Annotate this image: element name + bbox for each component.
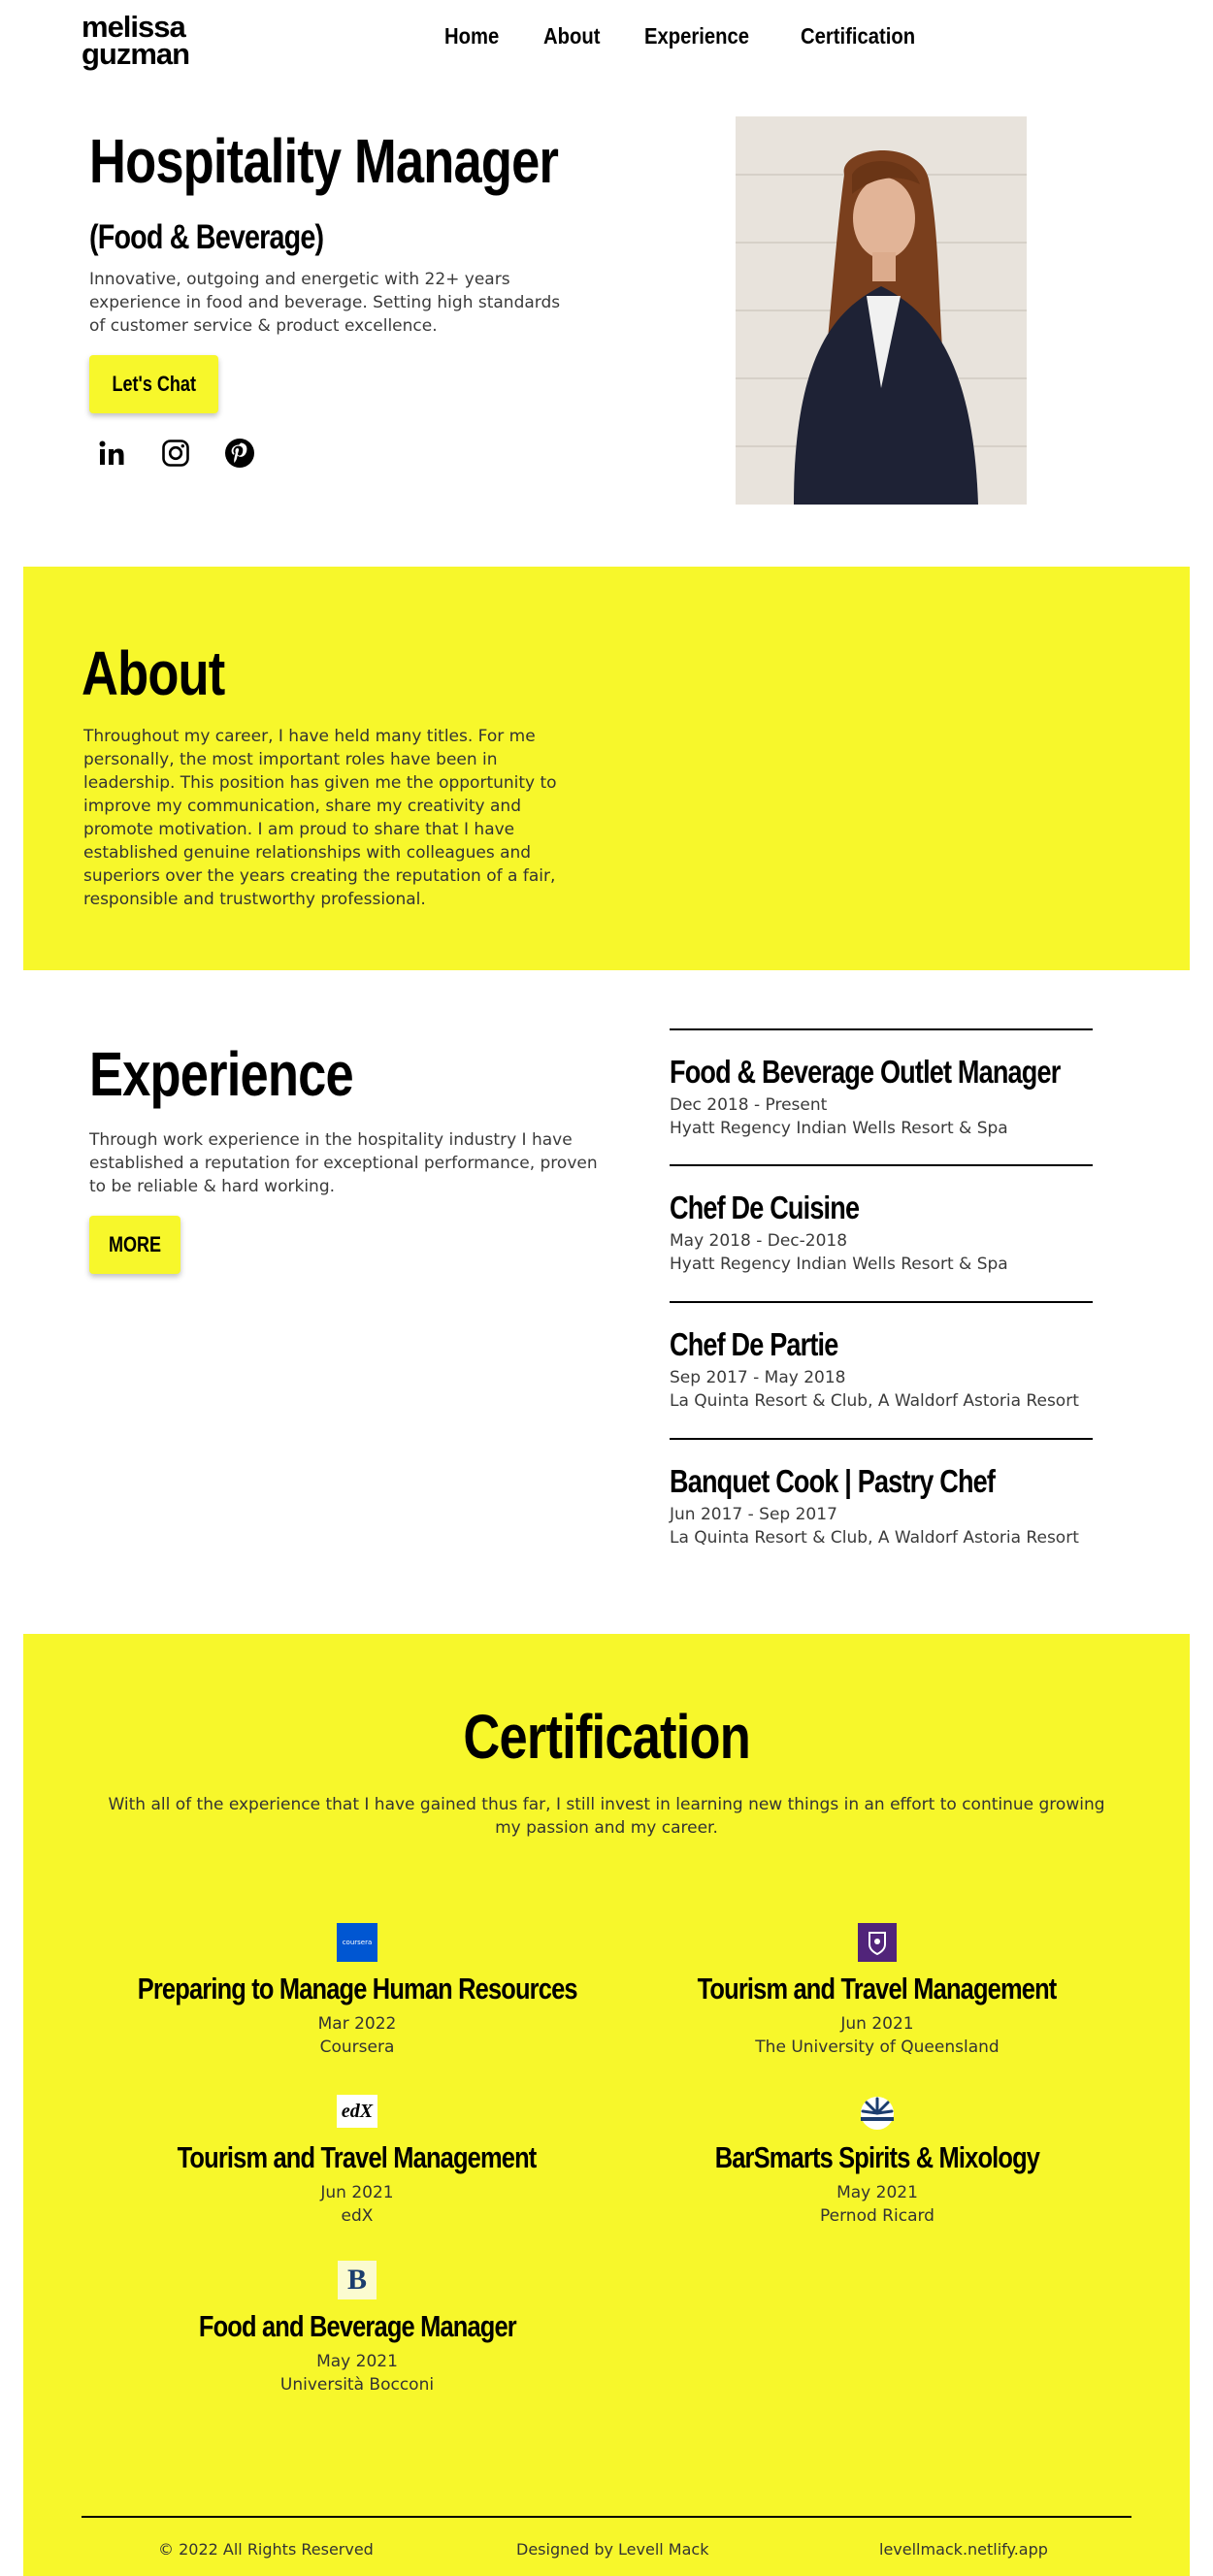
experience-title-text: Experience bbox=[89, 1039, 354, 1109]
job-title-text: Food & Beverage Outlet Manager bbox=[670, 1054, 1061, 1090]
nav-about-link[interactable]: About bbox=[543, 23, 600, 49]
certification-item: coursera Preparing to Manage Human Resou… bbox=[85, 1923, 629, 2059]
nav-home-link[interactable]: Home bbox=[444, 23, 499, 49]
job-title: Banquet Cook | Pastry Chef bbox=[670, 1462, 1093, 1501]
job-title: Chef De Cuisine bbox=[670, 1189, 1093, 1227]
certification-date: May 2021 bbox=[316, 2352, 398, 2371]
edx-logo-text: edX bbox=[337, 2095, 377, 2128]
bocconi-logo-text: B bbox=[338, 2261, 377, 2299]
certification-date: Mar 2022 bbox=[317, 2014, 397, 2034]
job-place: La Quinta Resort & Club, A Waldorf Astor… bbox=[670, 1528, 1079, 1548]
certification-name: Tourism and Travel Management bbox=[606, 1970, 1149, 2008]
certification-name-text: Preparing to Manage Human Resources bbox=[137, 1972, 578, 2005]
job-item: Food & Beverage Outlet Manager Dec 2018 … bbox=[670, 1028, 1093, 1140]
job-dates: Jun 2017 - Sep 2017 bbox=[670, 1505, 837, 1524]
coursera-logo-icon: coursera bbox=[337, 1923, 377, 1962]
certification-issuer: Coursera bbox=[319, 2038, 395, 2057]
certification-name-text: Food and Beverage Manager bbox=[198, 2309, 516, 2343]
edx-logo-icon: edX bbox=[337, 2092, 377, 2131]
portrait-photo bbox=[736, 116, 1027, 505]
hero-subtitle: (Food & Beverage) bbox=[89, 213, 375, 262]
job-dates: May 2018 - Dec-2018 bbox=[670, 1231, 848, 1251]
instagram-icon[interactable] bbox=[157, 435, 194, 472]
certification-issuer: Università Bocconi bbox=[279, 2375, 435, 2395]
certification-section: Certification With all of the experience… bbox=[23, 1634, 1190, 2576]
certification-date: Jun 2021 bbox=[840, 2014, 914, 2034]
hero-subtitle-text: (Food & Beverage) bbox=[89, 218, 324, 256]
brand-logo-line2: guzman bbox=[82, 37, 190, 71]
footer-site-link[interactable]: levellmack.netlify.app bbox=[879, 2540, 1048, 2560]
lets-chat-label: Let's Chat bbox=[112, 372, 196, 396]
certification-title: Certification bbox=[23, 1698, 1190, 1776]
certification-date: Jun 2021 bbox=[320, 2183, 394, 2202]
certification-name-text: Tourism and Travel Management bbox=[178, 2140, 538, 2174]
job-title-text: Chef De Partie bbox=[670, 1326, 838, 1362]
hero-description: Innovative, outgoing and energetic with … bbox=[89, 270, 561, 336]
certification-item: BarSmarts Spirits & Mixology May 2021 Pe… bbox=[606, 2092, 1149, 2228]
job-dates: Sep 2017 - May 2018 bbox=[670, 1368, 846, 1387]
main-nav: Home About Experience Certification bbox=[444, 23, 967, 49]
more-label: MORE bbox=[108, 1232, 162, 1256]
job-item: Chef De Partie Sep 2017 - May 2018 La Qu… bbox=[670, 1301, 1093, 1413]
footer-designer-link[interactable]: Designed by Levell Mack bbox=[516, 2540, 708, 2560]
job-place: La Quinta Resort & Club, A Waldorf Astor… bbox=[670, 1391, 1079, 1411]
linkedin-icon[interactable] bbox=[93, 435, 130, 472]
job-item: Chef De Cuisine May 2018 - Dec-2018 Hyat… bbox=[670, 1164, 1093, 1276]
certification-name-text: BarSmarts Spirits & Mixology bbox=[714, 2140, 1040, 2174]
certification-name-text: Tourism and Travel Management bbox=[698, 1972, 1058, 2005]
pernod-ricard-logo-icon bbox=[857, 2092, 898, 2131]
about-title-text: About bbox=[82, 638, 225, 708]
job-title: Food & Beverage Outlet Manager bbox=[670, 1053, 1093, 1092]
certification-item: B Food and Beverage Manager May 2021 Uni… bbox=[85, 2261, 629, 2397]
job-item: Banquet Cook | Pastry Chef Jun 2017 - Se… bbox=[670, 1438, 1093, 1549]
job-place: Hyatt Regency Indian Wells Resort & Spa bbox=[670, 1119, 1008, 1138]
nav-certification-link[interactable]: Certification bbox=[801, 23, 915, 49]
certification-issuer: edX bbox=[341, 2206, 374, 2226]
experience-title: Experience bbox=[89, 1033, 411, 1116]
job-title-text: Banquet Cook | Pastry Chef bbox=[670, 1463, 996, 1499]
certification-item: Tourism and Travel Management Jun 2021 T… bbox=[606, 1923, 1149, 2059]
pinterest-icon[interactable] bbox=[221, 435, 258, 472]
hero-title: Hospitality Manager bbox=[89, 122, 661, 200]
certification-name: BarSmarts Spirits & Mixology bbox=[606, 2138, 1149, 2177]
bocconi-logo-icon: B bbox=[337, 2261, 377, 2299]
uq-crest-icon bbox=[857, 1923, 898, 1962]
hero-title-text: Hospitality Manager bbox=[89, 126, 559, 196]
certification-name: Tourism and Travel Management bbox=[85, 2138, 629, 2177]
footer-divider bbox=[82, 2516, 1131, 2518]
job-dates: Dec 2018 - Present bbox=[670, 1095, 828, 1115]
certification-intro: With all of the experience that I have g… bbox=[108, 1795, 1105, 1838]
certification-name: Food and Beverage Manager bbox=[85, 2307, 629, 2346]
footer-copyright: © 2022 All Rights Reserved bbox=[158, 2540, 374, 2559]
certification-title-text: Certification bbox=[463, 1702, 750, 1772]
job-title-text: Chef De Cuisine bbox=[670, 1190, 860, 1225]
nav-experience-link[interactable]: Experience bbox=[644, 23, 749, 49]
job-place: Hyatt Regency Indian Wells Resort & Spa bbox=[670, 1255, 1008, 1274]
certification-date: May 2021 bbox=[836, 2183, 918, 2202]
certification-issuer: Pernod Ricard bbox=[820, 2206, 934, 2226]
about-section: About Throughout my career, I have held … bbox=[23, 567, 1190, 970]
job-title: Chef De Partie bbox=[670, 1325, 1093, 1364]
page: { "brand": { "line1": "melissa", "line2"… bbox=[0, 0, 1213, 2576]
lets-chat-button[interactable]: Let's Chat bbox=[89, 355, 218, 413]
brand-logo[interactable]: melissa guzman bbox=[82, 12, 190, 71]
certification-name: Preparing to Manage Human Resources bbox=[85, 1970, 629, 2008]
experience-description: Through work experience in the hospitali… bbox=[89, 1130, 598, 1196]
coursera-logo-text: coursera bbox=[337, 1923, 377, 1962]
about-text: Throughout my career, I have held many t… bbox=[83, 727, 557, 909]
about-title: About bbox=[82, 635, 256, 712]
certification-item: edX Tourism and Travel Management Jun 20… bbox=[85, 2092, 629, 2228]
certification-issuer: The University of Queensland bbox=[755, 2038, 1000, 2057]
more-button[interactable]: MORE bbox=[89, 1216, 180, 1274]
